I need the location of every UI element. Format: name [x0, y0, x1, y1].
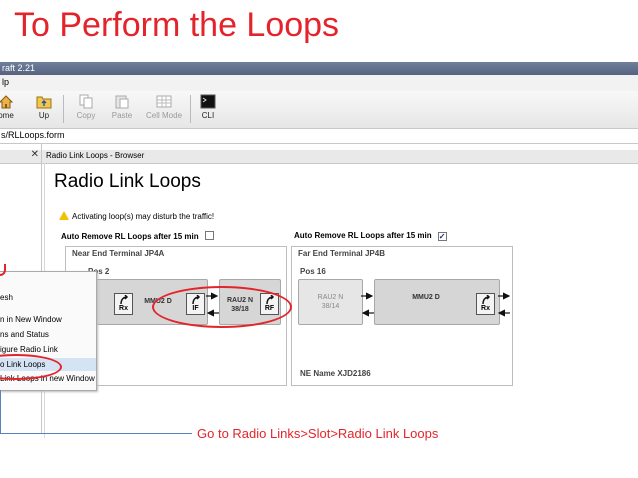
cell-mode-label: Cell Mode [146, 111, 183, 120]
copy-button[interactable]: Copy [68, 93, 104, 125]
context-menu-item-refresh[interactable]: esh [0, 293, 13, 302]
address-bar[interactable]: s/RLLoops.form [0, 129, 638, 144]
page-title: Radio Link Loops [54, 171, 201, 192]
callout-line [0, 433, 192, 434]
context-menu-item-open-new-window[interactable]: n in New Window [0, 315, 62, 324]
cell-mode-button[interactable]: Cell Mode [146, 93, 182, 125]
context-menu-item-alarms-status[interactable]: ns and Status [0, 330, 49, 339]
home-icon [0, 95, 14, 109]
menu-help[interactable]: lp [2, 77, 9, 87]
paste-button[interactable]: Paste [104, 93, 140, 125]
slide-title: To Perform the Loops [14, 6, 340, 44]
browser-tab[interactable]: Radio Link Loops - Browser [42, 150, 638, 164]
cli-label: CLI [201, 111, 215, 120]
toolbar: ome Up Copy Paste Cell Mode CLI [0, 91, 638, 129]
cli-button[interactable]: CLI [190, 93, 226, 125]
far-end-ne-name: NE Name XJD2186 [300, 369, 371, 378]
copy-label: Copy [76, 111, 96, 120]
terminal-icon [200, 94, 216, 109]
warning-icon [59, 211, 69, 220]
far-end-auto-remove-label: Auto Remove RL Loops after 15 min [294, 231, 432, 240]
warning-message: Activating loop(s) may disturb the traff… [59, 211, 214, 221]
far-end-auto-remove: Auto Remove RL Loops after 15 min ✓ [294, 231, 447, 241]
up-button[interactable]: Up [26, 93, 62, 125]
home-label: ome [0, 111, 14, 120]
address-text: s/RLLoops.form [1, 130, 65, 140]
far-end-signal-arrows [361, 292, 511, 317]
close-icon[interactable]: ✕ [31, 149, 39, 160]
near-end-auto-remove-label: Auto Remove RL Loops after 15 min [61, 232, 199, 241]
menu-bar: lp [0, 75, 638, 92]
highlight-oval-loop-buttons [152, 286, 292, 328]
cell-mode-icon [156, 95, 172, 108]
far-end-auto-remove-checkbox[interactable]: ✓ [437, 232, 447, 241]
near-end-auto-remove-checkbox[interactable] [204, 231, 214, 240]
context-menu-item-configure-radio-link[interactable]: igure Radio Link [0, 345, 58, 354]
folder-up-icon [36, 96, 52, 109]
toolbar-separator [63, 95, 64, 123]
warning-text: Activating loop(s) may disturb the traff… [72, 212, 215, 221]
navigation-pane-header: ✕ [0, 149, 41, 164]
instruction-text: Go to Radio Links>Slot>Radio Link Loops [197, 426, 439, 441]
paste-label: Paste [111, 111, 133, 120]
browser-tab-label: Radio Link Loops - Browser [46, 151, 145, 160]
window-title: raft 2.21 [2, 63, 36, 73]
callout-line-vertical [0, 390, 1, 433]
up-label: Up [38, 111, 50, 120]
check-mark-icon: ✓ [438, 232, 446, 241]
window-titlebar: raft 2.21 [0, 62, 638, 75]
far-end-terminal-panel: Far End Terminal JP4B Pos 16 RAU2 N 38/1… [291, 246, 513, 386]
home-button[interactable]: ome [0, 93, 24, 125]
copy-icon [79, 94, 93, 109]
near-end-auto-remove: Auto Remove RL Loops after 15 min [61, 231, 214, 241]
paste-icon [115, 95, 129, 109]
